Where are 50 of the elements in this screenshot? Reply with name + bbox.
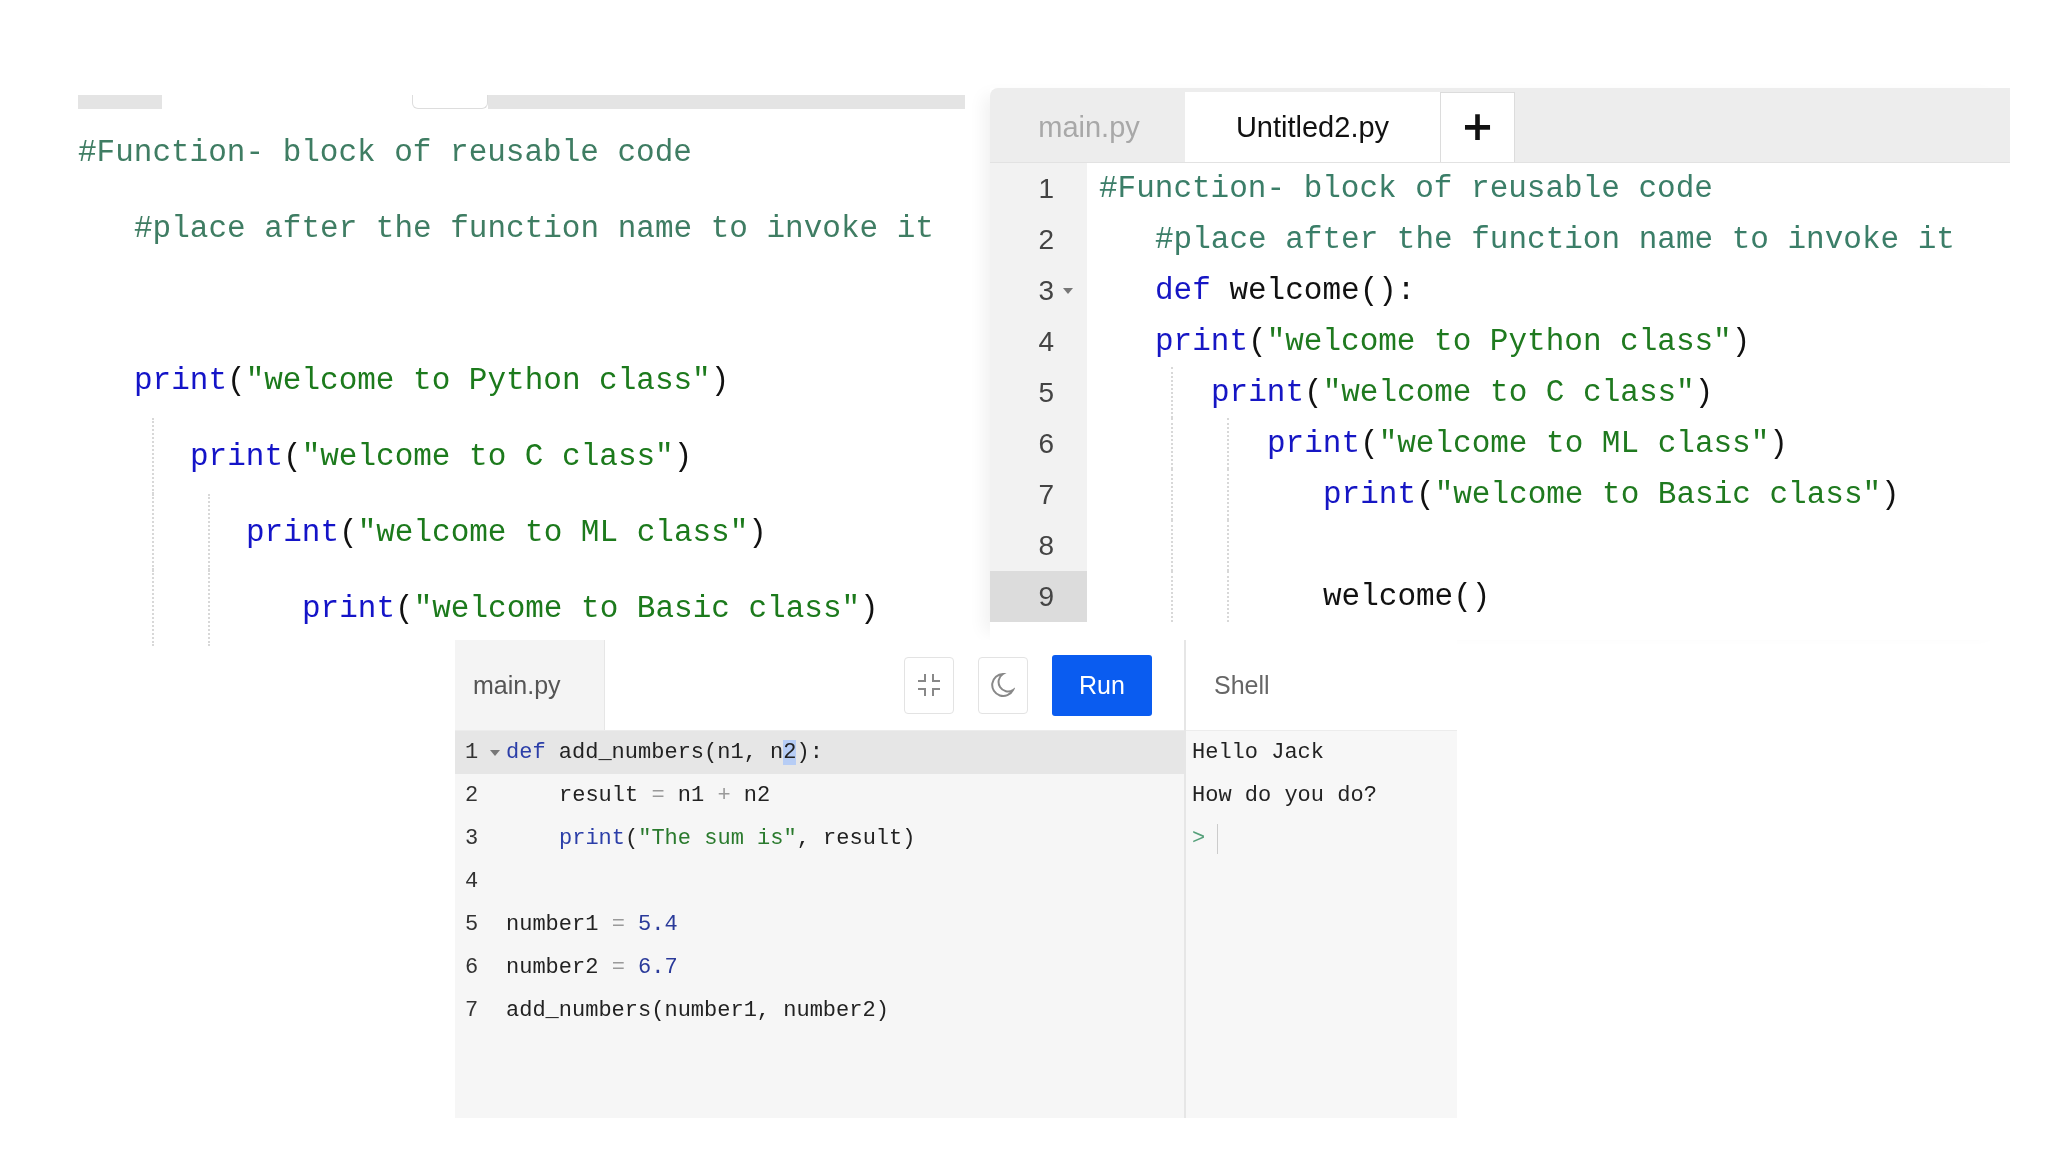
file-tab[interactable]: Untitled2.py xyxy=(1185,92,1440,162)
code-line: welcome() xyxy=(1323,579,1491,614)
code-line: def welcome(): xyxy=(1155,273,1416,308)
code-line: print("welcome to C class") xyxy=(190,438,693,474)
line-number: 7 xyxy=(1037,478,1055,511)
line-number: 6 xyxy=(1037,427,1055,460)
collapse-button[interactable] xyxy=(904,656,954,714)
shell-title: Shell xyxy=(1213,670,1270,700)
code-line: print("welcome to ML class") xyxy=(246,514,767,550)
shell-output: How do you do? xyxy=(1192,783,1377,808)
caret-icon[interactable] xyxy=(1062,286,1074,295)
new-tab-button[interactable]: + xyxy=(1440,92,1515,162)
line-number: 4 xyxy=(1037,325,1055,358)
run-button[interactable]: Run xyxy=(1052,654,1152,716)
line-number: 3 xyxy=(464,826,480,851)
file-tab[interactable]: main.py xyxy=(455,640,605,730)
code-line: result = n1 + n2 xyxy=(559,783,771,808)
caret-icon[interactable] xyxy=(489,748,501,757)
code-line: number2 = 6.7 xyxy=(506,955,678,980)
moon-icon xyxy=(991,672,1015,698)
code-line: def add_numbers(n1, n2): xyxy=(506,740,823,765)
shell-prompt: > xyxy=(1192,826,1206,851)
line-number: 9 xyxy=(1037,580,1055,613)
line-number: 4 xyxy=(464,869,480,894)
collapse-icon xyxy=(916,672,942,698)
line-number: 2 xyxy=(464,783,480,808)
code-line: print("welcome to Basic class") xyxy=(1323,477,1900,512)
code-line: print("welcome to Python class") xyxy=(134,362,730,398)
code-line: print("welcome to C class") xyxy=(1211,375,1714,410)
line-number: 1 xyxy=(464,740,480,765)
code-line: print("welcome to Python class") xyxy=(1155,324,1751,359)
line-number: 2 xyxy=(1037,223,1055,256)
code-line: #Function- block of reusable code xyxy=(1099,171,1713,206)
code-line: #place after the function name to invoke it xyxy=(1155,222,1955,257)
line-number: 3 xyxy=(1037,274,1055,307)
code-line: number1 = 5.4 xyxy=(506,912,678,937)
line-number: 6 xyxy=(464,955,480,980)
shell-output: Hello Jack xyxy=(1192,740,1325,765)
code-line: print("welcome to Basic class") xyxy=(302,590,879,626)
line-number: 1 xyxy=(1037,172,1055,205)
code-line: print("The sum is", result) xyxy=(559,826,916,851)
dark-mode-button[interactable] xyxy=(978,656,1028,714)
code-line: add_numbers(number1, number2) xyxy=(506,998,889,1023)
line-number: 7 xyxy=(464,998,480,1023)
line-number: 5 xyxy=(464,912,480,937)
code-line: print("welcome to ML class") xyxy=(1267,426,1788,461)
line-number: 8 xyxy=(1037,529,1055,562)
line-number: 5 xyxy=(1037,376,1055,409)
code-line: #Function- block of reusable code xyxy=(78,134,692,170)
code-line: #place after the function name to invoke it xyxy=(134,210,934,246)
